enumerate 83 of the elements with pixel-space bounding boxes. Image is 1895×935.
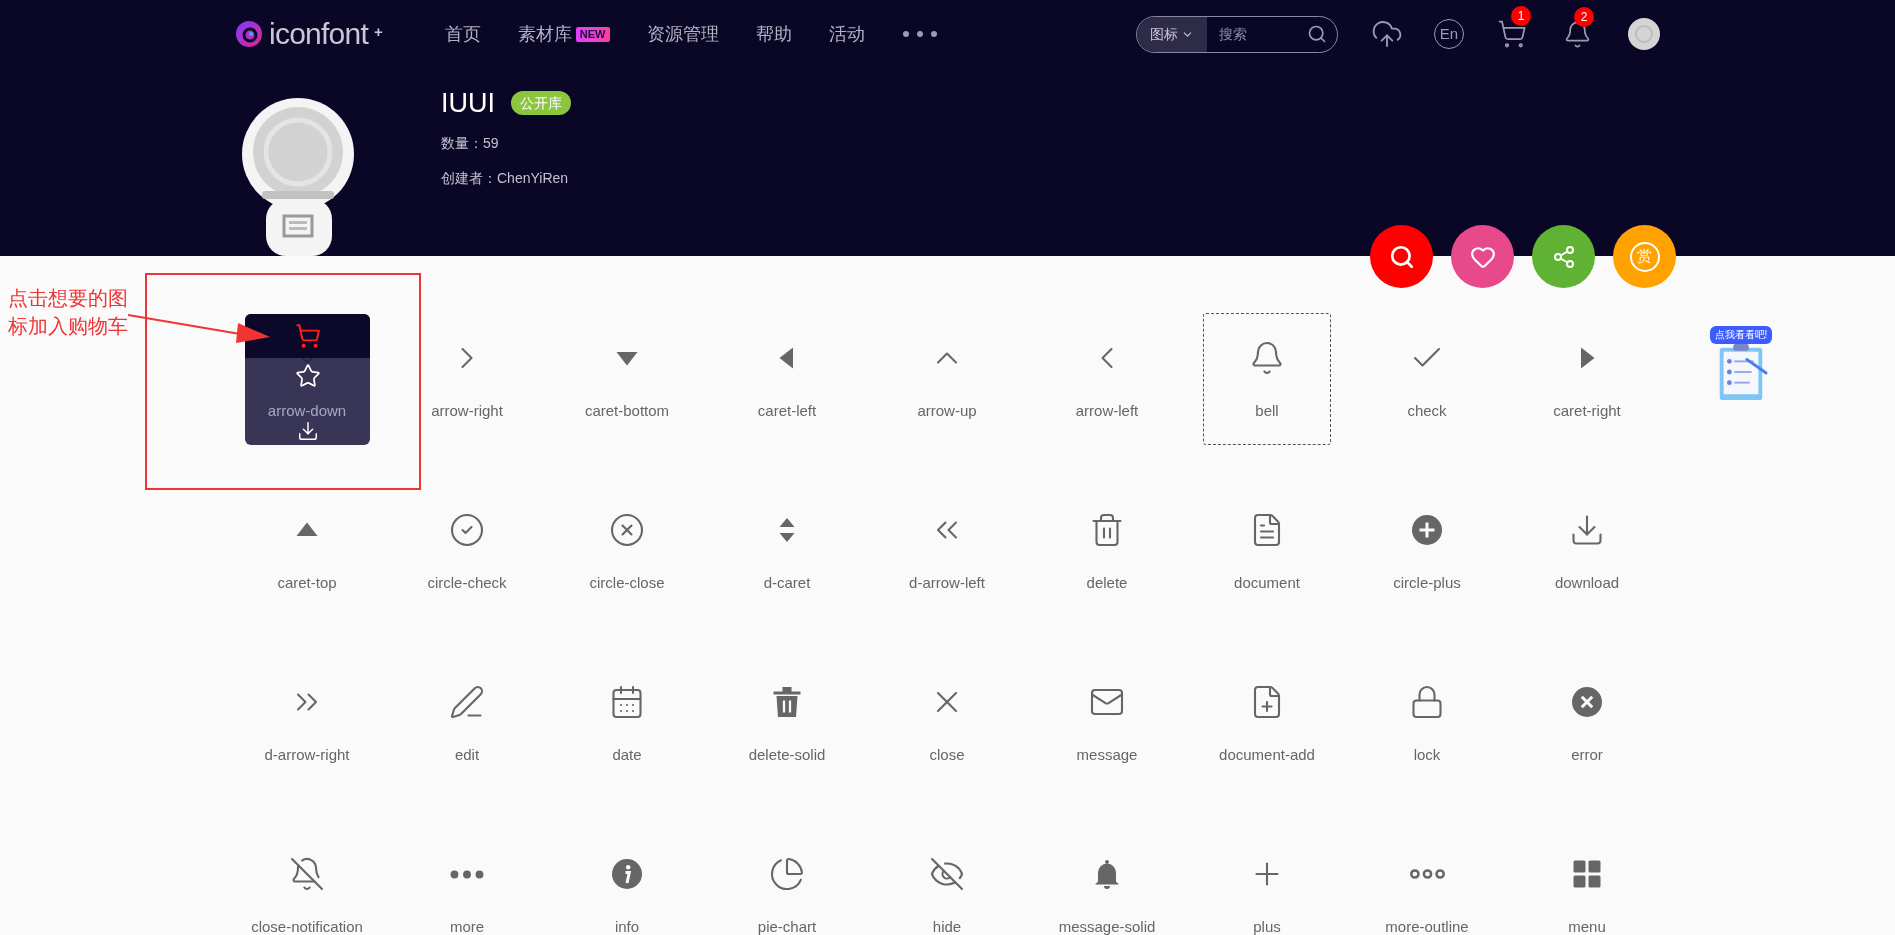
icon-tile[interactable]: document (1203, 485, 1331, 617)
new-badge: NEW (575, 26, 610, 42)
nav-link[interactable]: 首页 (444, 20, 481, 48)
icon-tile[interactable]: circle-plus (1363, 485, 1491, 617)
icon-tile[interactable]: lock (1363, 657, 1491, 789)
icon-tile[interactable]: d-caret (723, 485, 851, 617)
bell-icon[interactable] (1563, 19, 1592, 49)
icon-tile[interactable]: d-arrow-right (243, 657, 371, 789)
icon-tile[interactable]: delete-solid (723, 657, 851, 789)
icon-count: 数量：59 (441, 134, 500, 153)
circle-plus-icon (1409, 512, 1445, 548)
promo-widget[interactable]: 点我看看吧! (1703, 326, 1779, 410)
cloud-upload-icon[interactable] (1371, 18, 1403, 50)
info-icon (609, 856, 645, 892)
share-icon (1551, 244, 1576, 269)
icon-tile[interactable]: circle-close (563, 485, 691, 617)
icon-tile[interactable]: pie-chart (723, 829, 851, 935)
icon-tile[interactable]: arrow-up (883, 313, 1011, 445)
eye-off-icon (929, 856, 965, 892)
icon-tile[interactable]: menu (1523, 829, 1651, 935)
pie-chart-icon (769, 856, 805, 892)
icon-tile[interactable]: plus (1203, 829, 1331, 935)
icon-tile[interactable]: more (403, 829, 531, 935)
logo-text[interactable]: iconfont (269, 19, 369, 49)
search-icon (1388, 243, 1415, 270)
nav-link[interactable]: 帮助 (755, 20, 792, 48)
bell-off-icon (289, 856, 325, 892)
lock-icon (1409, 684, 1445, 720)
icon-tile[interactable]: arrow-right (403, 313, 531, 445)
circle-x-icon (609, 512, 645, 548)
icon-tile[interactable]: caret-top (243, 485, 371, 617)
icon-tile[interactable]: delete (1043, 485, 1171, 617)
search-scope-dropdown[interactable]: 图标 (1137, 16, 1207, 52)
notification-count-badge: 2 (1574, 6, 1594, 27)
icon-tile[interactable]: bell (1203, 313, 1331, 445)
dots-outline-icon (1409, 869, 1445, 879)
cart-icon (294, 323, 321, 349)
icon-tile[interactable]: arrow-down (243, 313, 371, 445)
icon-tile[interactable]: close (883, 657, 1011, 789)
icon-tile[interactable]: info (563, 829, 691, 935)
dots-icon (450, 869, 484, 879)
reward-label: 赏 (1629, 241, 1660, 272)
icon-tile[interactable]: download (1523, 485, 1651, 617)
cart-icon[interactable] (1497, 19, 1527, 49)
icon-tile[interactable]: more-outline (1363, 829, 1491, 935)
public-tag: 公开库 (511, 91, 571, 115)
nav-link[interactable]: 素材库 NEW (517, 20, 610, 48)
promo-bubble: 点我看看吧! (1709, 326, 1773, 344)
logo-mark: + (374, 22, 383, 42)
annotation-text: 点击想要的图标加入购物车 (8, 286, 129, 339)
add-to-cart-button[interactable] (245, 314, 370, 358)
star-icon (294, 363, 321, 389)
icon-tile[interactable]: error (1523, 657, 1651, 789)
nav-link[interactable]: 资源管理 (646, 20, 719, 48)
icon-tile[interactable]: d-arrow-left (883, 485, 1011, 617)
nav-link[interactable]: 活动 (828, 20, 865, 48)
pencil-icon (449, 684, 485, 720)
bell-icon (1249, 340, 1285, 376)
icon-tile[interactable]: caret-left (723, 313, 851, 445)
icon-tile[interactable]: hide (883, 829, 1011, 935)
more-icon[interactable] (901, 30, 938, 38)
calendar-icon (609, 684, 645, 720)
user-avatar[interactable] (1628, 18, 1660, 50)
icon-tile[interactable]: close-notification (243, 829, 371, 935)
icon-tile[interactable]: circle-check (403, 485, 531, 617)
icon-tile[interactable]: arrow-left (1043, 313, 1171, 445)
circle-check-icon (449, 512, 485, 548)
icon-tile[interactable]: edit (403, 657, 531, 789)
icon-tile[interactable]: message-solid (1043, 829, 1171, 935)
icon-tile[interactable]: message (1043, 657, 1171, 789)
icon-tile[interactable]: check (1363, 313, 1491, 445)
search-icon[interactable] (1307, 24, 1327, 44)
library-title: IUUI (441, 87, 495, 120)
logo-icon (235, 20, 263, 48)
icon-tile[interactable]: caret-bottom (563, 313, 691, 445)
circle-x-icon (1569, 684, 1605, 720)
download-icon (296, 420, 319, 442)
icon-tile[interactable]: date (563, 657, 691, 789)
cart-count-badge: 1 (1511, 6, 1531, 26)
icon-tile[interactable]: document-add (1203, 657, 1331, 789)
icon-tile[interactable]: caret-right (1523, 313, 1651, 445)
creator-name: 创建者：ChenYiRen (441, 169, 570, 188)
search-field[interactable]: 搜索 (1207, 23, 1287, 45)
